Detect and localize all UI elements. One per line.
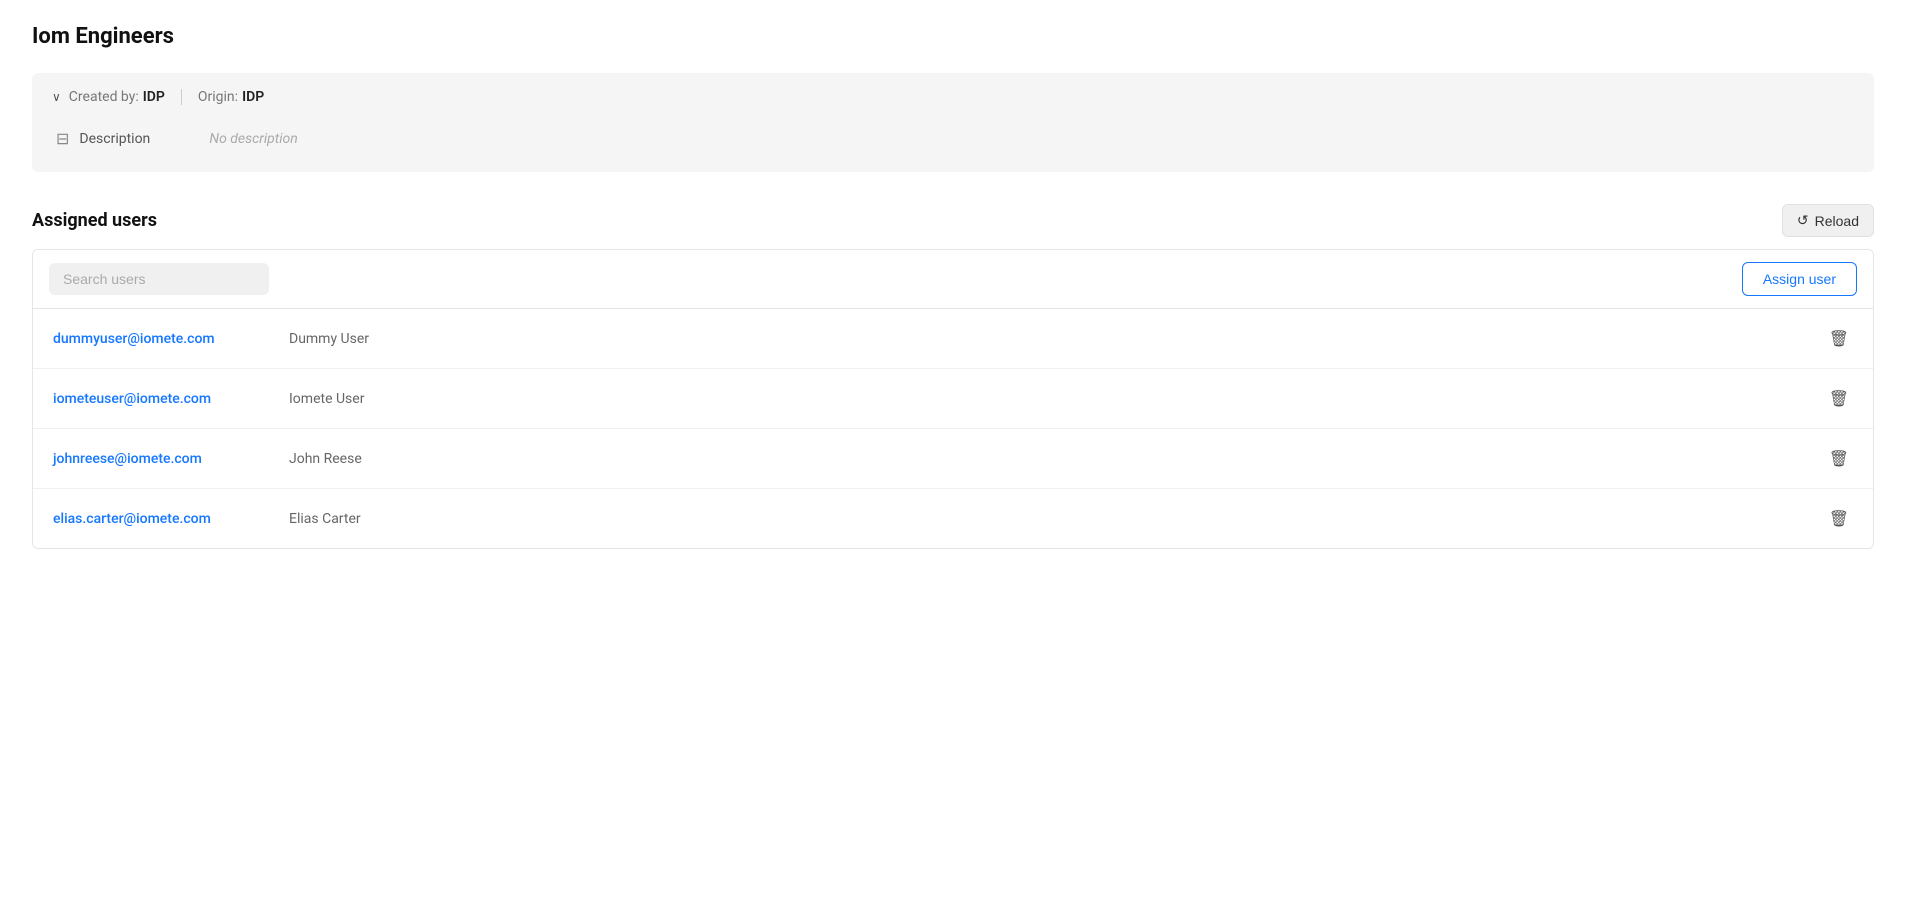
user-name: John Reese <box>289 451 362 467</box>
page-title: Iom Engineers <box>32 24 1874 49</box>
user-email: iometeuser@iomete.com <box>53 391 273 407</box>
user-name: Elias Carter <box>289 511 361 527</box>
user-info: iometeuser@iomete.com Iomete User <box>53 391 364 407</box>
delete-user-icon[interactable]: 🗑 <box>1825 445 1853 472</box>
assign-user-button[interactable]: Assign user <box>1742 262 1857 296</box>
description-value: No description <box>209 131 297 147</box>
table-row: elias.carter@iomete.com Elias Carter 🗑 <box>33 489 1873 548</box>
user-name: Iomete User <box>289 391 364 407</box>
user-email: elias.carter@iomete.com <box>53 511 273 527</box>
info-meta: Created by: IDP Origin: IDP <box>69 89 264 105</box>
info-panel: ∨ Created by: IDP Origin: IDP ⊟ Descript… <box>32 73 1874 172</box>
origin-value: IDP <box>242 89 264 105</box>
user-info: elias.carter@iomete.com Elias Carter <box>53 511 361 527</box>
user-info: johnreese@iomete.com John Reese <box>53 451 362 467</box>
user-info: dummyuser@iomete.com Dummy User <box>53 331 369 347</box>
table-row: iometeuser@iomete.com Iomete User 🗑 <box>33 369 1873 429</box>
reload-label: Reload <box>1815 213 1859 229</box>
created-by-value: IDP <box>143 89 165 105</box>
users-panel: Assign user dummyuser@iomete.com Dummy U… <box>32 249 1874 549</box>
assigned-users-title: Assigned users <box>32 210 157 231</box>
info-panel-header: ∨ Created by: IDP Origin: IDP <box>52 89 1854 105</box>
chevron-down-icon: ∨ <box>52 90 61 104</box>
description-icon: ⊟ <box>56 129 69 148</box>
description-label: Description <box>79 131 199 147</box>
description-row: ⊟ Description No description <box>52 121 1854 156</box>
page-container: Iom Engineers ∨ Created by: IDP Origin: … <box>0 0 1906 902</box>
user-email: johnreese@iomete.com <box>53 451 273 467</box>
reload-button[interactable]: ↺ Reload <box>1782 204 1874 237</box>
table-row: dummyuser@iomete.com Dummy User 🗑 <box>33 309 1873 369</box>
search-input[interactable] <box>49 263 269 295</box>
created-by-label: Created by: <box>69 89 139 105</box>
table-row: johnreese@iomete.com John Reese 🗑 <box>33 429 1873 489</box>
origin-label: Origin: <box>198 89 238 105</box>
assigned-users-section-header: Assigned users ↺ Reload <box>32 204 1874 237</box>
user-email: dummyuser@iomete.com <box>53 331 273 347</box>
users-list: dummyuser@iomete.com Dummy User 🗑 iomete… <box>33 309 1873 548</box>
user-name: Dummy User <box>289 331 369 347</box>
reload-icon: ↺ <box>1797 212 1809 229</box>
delete-user-icon[interactable]: 🗑 <box>1825 325 1853 352</box>
meta-divider <box>181 89 182 105</box>
delete-user-icon[interactable]: 🗑 <box>1825 385 1853 412</box>
users-toolbar: Assign user <box>33 250 1873 309</box>
delete-user-icon[interactable]: 🗑 <box>1825 505 1853 532</box>
